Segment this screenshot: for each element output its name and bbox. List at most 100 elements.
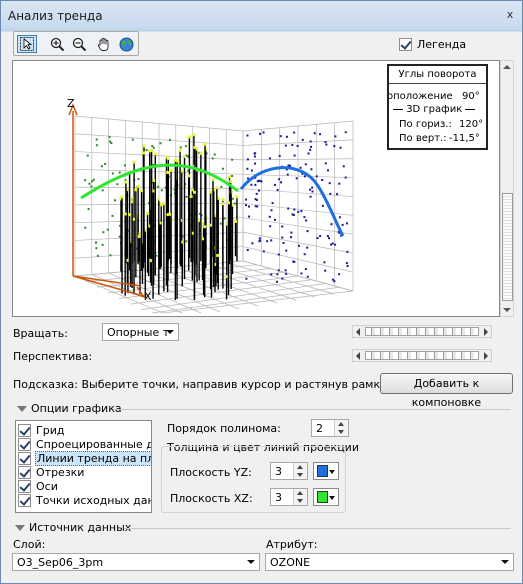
spinner-buttons[interactable] [334,420,348,436]
projected-point-xz [111,214,114,217]
rotate-select[interactable]: Опорные т [102,323,179,341]
spinner-down-icon[interactable] [297,499,303,503]
projected-point-yz [309,148,312,151]
legend-checkbox[interactable]: Легенда [399,38,466,51]
rotate-select-value: Опорные т [107,326,170,339]
perspective-slider-track[interactable] [365,351,479,360]
spinner-down-icon[interactable] [297,473,303,477]
slider-right-arrow-icon[interactable] [484,352,488,360]
title-bar[interactable]: Анализ тренда x [1,1,522,29]
option-checkbox[interactable] [18,451,31,465]
plane-yz-color-picker[interactable] [313,462,339,480]
plane-xz-thickness-value[interactable]: 3 [275,491,282,504]
projected-point-xz [123,164,126,167]
plot-vertical-scrollbar[interactable] [500,60,514,317]
option-checkbox[interactable] [18,493,31,507]
data-stick-tip [187,174,191,178]
scroll-thumb[interactable] [502,193,513,301]
layer-select[interactable]: O3_Sep06_3pm [12,553,260,571]
plane-yz-thickness-value[interactable]: 3 [275,465,282,478]
option-grid[interactable]: Грид [18,423,65,437]
projected-point-yz [286,173,289,176]
projected-point-yz [300,210,303,213]
option-checkbox[interactable] [18,423,31,437]
projected-point-yz [327,237,330,240]
option-source-points[interactable]: Точки исходных данны [18,493,151,507]
spinner-up-icon[interactable] [297,491,303,495]
polynomial-order-label: Порядок полинома: [167,422,281,435]
projected-point-xz [108,136,111,139]
zoom-in-button[interactable] [47,35,67,53]
rotate-slider-track[interactable] [365,327,479,336]
select-tool-button[interactable] [17,35,37,53]
full-extent-button[interactable] [116,35,136,53]
projected-point-yz [275,280,278,283]
projected-point-xz [114,199,117,202]
horizontal-angle-label: По гориз.: [399,119,452,130]
option-projected-data[interactable]: Спроецированные дан [18,437,151,451]
add-to-layout-button[interactable]: Добавить к компоновке [380,373,513,409]
scroll-up-arrow-icon[interactable] [503,65,511,69]
projected-point-xz [102,231,105,234]
projected-point-yz [277,269,280,272]
data-stick-tip [211,178,215,182]
option-axes[interactable]: Оси [18,479,59,493]
graph-options-header[interactable]: Опции графика [17,402,122,415]
plane-xz-thickness-spinner[interactable]: 3 [270,488,308,506]
polynomial-order-value[interactable]: 2 [316,422,323,435]
legend-checkbox-box[interactable] [399,38,412,51]
section-3d-label: 3D график [406,104,463,115]
zoom-out-icon [72,37,86,51]
plane-xz-color-picker[interactable] [313,488,339,506]
data-stick-tip [132,217,136,221]
projected-point-yz [333,145,336,148]
chevron-down-icon [329,470,335,474]
projected-point-yz [254,198,257,201]
plane-yz-thickness-spinner[interactable]: 3 [270,462,308,480]
option-checkbox[interactable] [18,437,31,451]
rotate-slider[interactable] [352,325,492,338]
spinner-down-icon[interactable] [338,430,344,434]
slider-left-arrow-icon[interactable] [356,328,360,336]
data-stick-tip [140,189,144,193]
projected-point-yz [290,236,293,239]
option-trend-lines[interactable]: Линии тренда на плоск [18,450,151,466]
projected-point-xz [231,174,234,177]
data-stick-tip [235,195,239,199]
projected-point-xz [223,217,226,220]
collapse-triangle-icon[interactable] [15,524,25,531]
option-checkbox[interactable] [18,479,31,493]
spinner-up-icon[interactable] [297,465,303,469]
projected-point-xz [220,185,223,188]
projected-point-yz [306,230,309,233]
data-stick-tip [159,203,163,207]
projected-point-xz [168,138,171,141]
chevron-down-icon [501,560,509,564]
option-segments[interactable]: Отрезки [18,465,85,479]
close-button[interactable]: x [504,9,516,21]
scroll-down-arrow-icon[interactable] [503,308,511,312]
perspective-slider[interactable] [352,349,492,362]
zoom-out-button[interactable] [69,35,89,53]
pan-button[interactable] [93,35,113,53]
polynomial-order-spinner[interactable]: 2 [311,419,349,437]
projected-point-yz [262,131,265,134]
data-stick-tip [150,149,154,153]
graph-options-list[interactable]: Грид Спроецированные дан Линии тренда на… [15,420,152,513]
chevron-down-icon [247,560,255,564]
slider-left-arrow-icon[interactable] [356,352,360,360]
divider [113,409,511,410]
projected-point-xz [160,189,163,192]
data-stick-tip [192,133,196,137]
option-checkbox[interactable] [18,465,31,479]
spinner-buttons[interactable] [293,489,307,505]
data-source-header[interactable]: Источник данных [15,521,131,534]
projected-point-xz [211,157,214,160]
spinner-up-icon[interactable] [338,422,344,426]
spinner-buttons[interactable] [293,463,307,479]
projected-point-yz [309,188,312,191]
attribute-select[interactable]: OZONE [265,553,514,571]
collapse-triangle-icon[interactable] [17,405,27,412]
slider-right-arrow-icon[interactable] [484,328,488,336]
projected-point-yz [339,146,342,149]
